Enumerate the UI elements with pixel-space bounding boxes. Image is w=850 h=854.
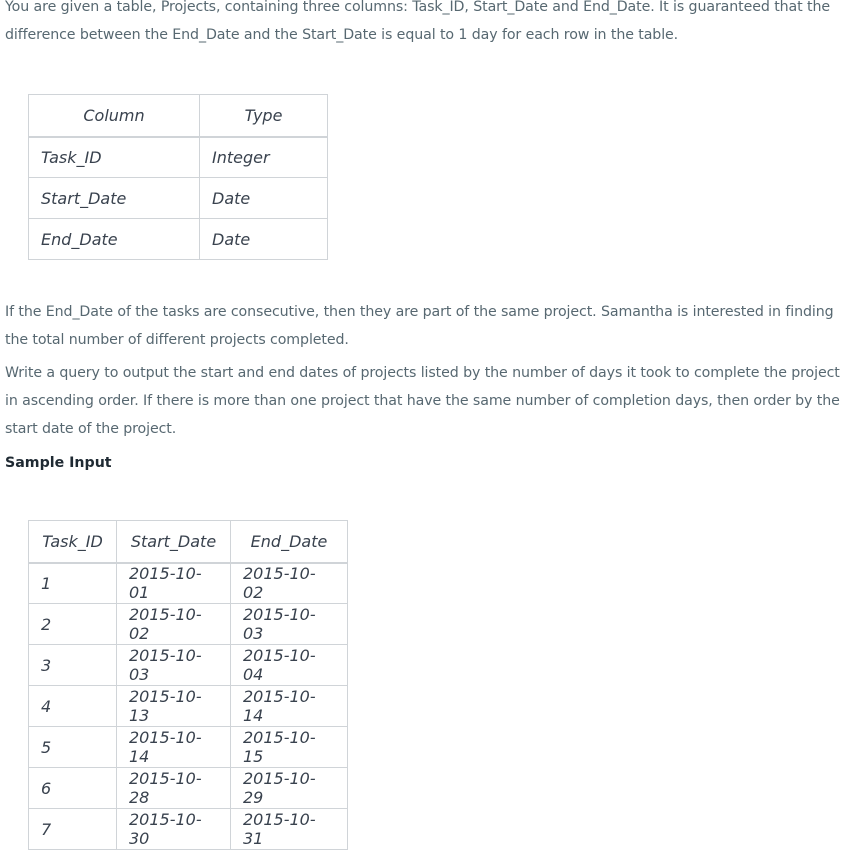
schema-cell-type: Date	[199, 177, 328, 219]
schema-header-row: Column Type	[28, 94, 328, 138]
sample-cell-start-date: 2015-10-30	[116, 808, 231, 850]
sample-cell-task-id: 2	[28, 603, 117, 645]
sample-cell-end-date: 2015-10-14	[230, 685, 348, 727]
sample-cell-task-id: 4	[28, 685, 117, 727]
table-row: 7 2015-10-30 2015-10-31	[28, 808, 348, 850]
sample-cell-end-date: 2015-10-02	[230, 562, 348, 604]
schema-cell-column: Start_Date	[28, 177, 200, 219]
table-row: 2 2015-10-02 2015-10-03	[28, 603, 348, 645]
table-row: 1 2015-10-01 2015-10-02	[28, 562, 348, 604]
sample-header-row: Task_ID Start_Date End_Date	[28, 520, 348, 564]
sample-cell-start-date: 2015-10-14	[116, 726, 231, 768]
table-row: 6 2015-10-28 2015-10-29	[28, 767, 348, 809]
sample-header-task-id: Task_ID	[28, 520, 117, 564]
schema-cell-type: Date	[199, 218, 328, 260]
schema-cell-column: End_Date	[28, 218, 200, 260]
sample-header-start-date: Start_Date	[116, 520, 231, 564]
table-row: 5 2015-10-14 2015-10-15	[28, 726, 348, 768]
sample-input-heading: Sample Input	[5, 455, 112, 471]
sample-cell-end-date: 2015-10-31	[230, 808, 348, 850]
sample-table-body: 1 2015-10-01 2015-10-02 2 2015-10-02 201…	[28, 562, 348, 850]
sample-cell-end-date: 2015-10-04	[230, 644, 348, 686]
schema-cell-type: Integer	[199, 136, 328, 178]
sample-cell-task-id: 3	[28, 644, 117, 686]
table-row: 3 2015-10-03 2015-10-04	[28, 644, 348, 686]
sample-cell-task-id: 5	[28, 726, 117, 768]
sample-cell-start-date: 2015-10-02	[116, 603, 231, 645]
sample-cell-end-date: 2015-10-15	[230, 726, 348, 768]
sample-cell-task-id: 6	[28, 767, 117, 809]
sample-header-end-date: End_Date	[230, 520, 348, 564]
schema-cell-column: Task_ID	[28, 136, 200, 178]
schema-header-column: Column	[28, 94, 200, 138]
sample-cell-start-date: 2015-10-13	[116, 685, 231, 727]
sample-cell-end-date: 2015-10-29	[230, 767, 348, 809]
table-row: End_Date Date	[28, 218, 328, 260]
sample-input-table: Task_ID Start_Date End_Date 1 2015-10-01…	[28, 520, 348, 850]
consecutive-paragraph: If the End_Date of the tasks are consecu…	[5, 304, 834, 348]
sample-cell-end-date: 2015-10-03	[230, 603, 348, 645]
intro-paragraph: You are given a table, Projects, contain…	[5, 0, 831, 43]
sample-cell-start-date: 2015-10-01	[116, 562, 231, 604]
schema-table: Column Type Task_ID Integer Start_Date D…	[28, 94, 328, 260]
sample-cell-start-date: 2015-10-03	[116, 644, 231, 686]
query-paragraph: Write a query to output the start and en…	[5, 365, 840, 437]
table-row: Task_ID Integer	[28, 136, 328, 178]
sample-cell-task-id: 1	[28, 562, 117, 604]
table-row: 4 2015-10-13 2015-10-14	[28, 685, 348, 727]
sample-cell-task-id: 7	[28, 808, 117, 850]
table-row: Start_Date Date	[28, 177, 328, 219]
sample-cell-start-date: 2015-10-28	[116, 767, 231, 809]
schema-header-type: Type	[199, 94, 328, 138]
